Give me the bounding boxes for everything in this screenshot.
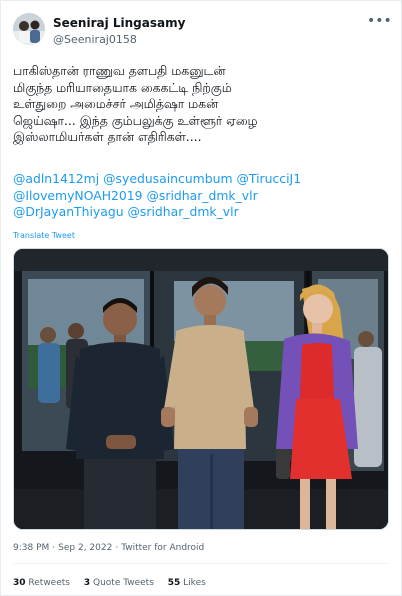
mention-link[interactable]: @sridhar_dmk_vlr bbox=[128, 204, 239, 219]
engagement-stats: 30 Retweets 3 Quote Tweets 55 Likes bbox=[13, 578, 217, 588]
mention-link[interactable]: @adln1412mj bbox=[13, 171, 99, 186]
tweet-date[interactable]: Sep 2, 2022 bbox=[58, 543, 112, 553]
retweets-count: 30 bbox=[13, 578, 26, 588]
quotes-label: Quote Tweets bbox=[93, 578, 154, 588]
avatar[interactable] bbox=[13, 13, 45, 45]
tweet-card: Seeniraj Lingasamy @Seeniraj0158 ••• பாக… bbox=[0, 0, 402, 596]
mention-link[interactable]: @DrJayanThiyagu bbox=[13, 204, 124, 219]
mention-link[interactable]: @syedusaincumbum bbox=[103, 171, 232, 186]
tweet-source[interactable]: Twitter for Android bbox=[121, 543, 204, 553]
retweets-label: Retweets bbox=[28, 578, 70, 588]
tweet-photo[interactable] bbox=[13, 248, 389, 530]
photo-image bbox=[14, 249, 388, 529]
tweet-mentions: @adln1412mj @syedusaincumbum @TirucciJ1 … bbox=[13, 171, 391, 221]
likes-count: 55 bbox=[167, 578, 181, 588]
tweet-text: பாகிஸ்தான் ராணுவ தளபதி மகனுடன் மிகுந்த ம… bbox=[13, 63, 258, 144]
divider bbox=[13, 563, 389, 564]
separator-dot: · bbox=[115, 543, 119, 553]
quotes-count: 3 bbox=[83, 578, 91, 588]
more-options-icon[interactable]: ••• bbox=[367, 14, 392, 29]
separator-dot: · bbox=[52, 543, 56, 553]
tweet-header: Seeniraj Lingasamy @Seeniraj0158 ••• bbox=[13, 13, 392, 49]
likes-label: Likes bbox=[183, 578, 206, 588]
author-handle[interactable]: @Seeniraj0158 bbox=[53, 33, 137, 46]
avatar-image bbox=[13, 13, 45, 45]
mention-link[interactable]: @IlovemyNOAH2019 bbox=[13, 188, 143, 203]
translate-tweet-link[interactable]: Translate Tweet bbox=[13, 231, 75, 240]
author-name[interactable]: Seeniraj Lingasamy bbox=[53, 16, 185, 30]
retweets-stat[interactable]: 30 Retweets bbox=[13, 578, 70, 588]
tweet-time[interactable]: 9:38 PM bbox=[13, 543, 49, 553]
quote-tweets-stat[interactable]: 3 Quote Tweets bbox=[84, 578, 154, 588]
mention-link[interactable]: @TirucciJ1 bbox=[237, 171, 302, 186]
tweet-metadata: 9:38 PM · Sep 2, 2022 · Twitter for Android bbox=[13, 543, 204, 553]
likes-stat[interactable]: 55 Likes bbox=[168, 578, 206, 588]
mention-link[interactable]: @sridhar_dmk_vlr bbox=[147, 188, 258, 203]
